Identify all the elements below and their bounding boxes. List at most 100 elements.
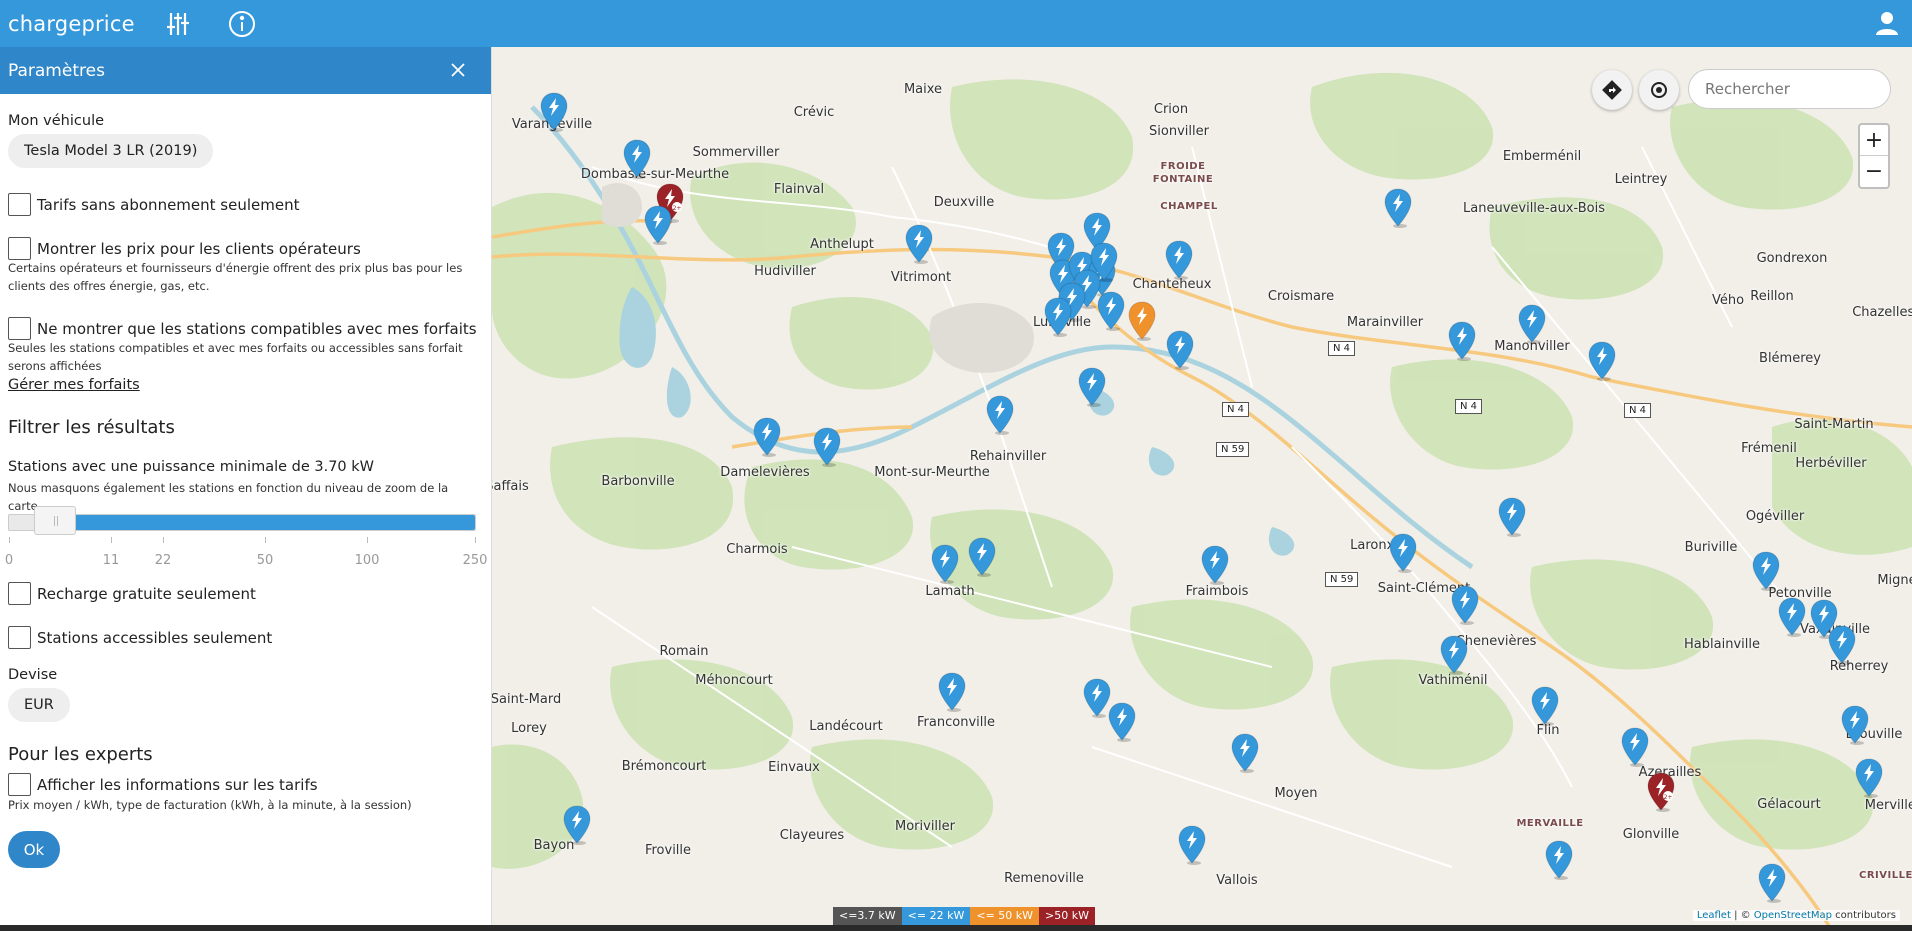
charging-station-marker[interactable] bbox=[1751, 551, 1781, 591]
lightning-pin-icon bbox=[1841, 705, 1869, 745]
place-label: Chazelles-sur-A bbox=[1852, 305, 1912, 320]
svg-text:2+: 2+ bbox=[1664, 794, 1673, 801]
road-shield-n4: N 4 bbox=[1328, 341, 1356, 356]
charging-station-marker[interactable] bbox=[1544, 840, 1574, 880]
currency-label: Devise bbox=[8, 667, 58, 683]
charging-station-marker[interactable] bbox=[1165, 330, 1195, 370]
min-power-slider[interactable] bbox=[8, 514, 476, 531]
manage-plans-link[interactable]: Gérer mes forfaits bbox=[8, 377, 140, 393]
lightning-pin-icon bbox=[1621, 727, 1649, 767]
leaflet-link[interactable]: Leaflet bbox=[1697, 910, 1731, 921]
lightning-pin-icon bbox=[644, 205, 672, 245]
zoom-out-button[interactable]: − bbox=[1860, 156, 1888, 187]
place-label: Ogéviller bbox=[1745, 509, 1805, 524]
user-account-icon[interactable] bbox=[1874, 10, 1900, 36]
charging-station-marker[interactable] bbox=[967, 537, 997, 577]
info-icon[interactable] bbox=[227, 9, 257, 39]
charging-station-marker[interactable] bbox=[1043, 297, 1073, 337]
charging-station-marker[interactable] bbox=[622, 139, 652, 179]
charging-station-marker[interactable] bbox=[1388, 533, 1418, 573]
charging-station-marker[interactable] bbox=[562, 805, 592, 845]
lightning-pin-icon bbox=[1545, 840, 1573, 880]
lightning-pin-icon bbox=[1758, 863, 1786, 903]
option-label: Stations accessibles seulement bbox=[37, 628, 273, 647]
slider-tick bbox=[9, 537, 10, 543]
filter-sliders-icon[interactable] bbox=[163, 9, 193, 39]
charging-station-marker[interactable] bbox=[643, 205, 673, 245]
charging-station-marker[interactable] bbox=[539, 92, 569, 132]
place-label: Clayeures bbox=[779, 828, 845, 843]
osm-link[interactable]: OpenStreetMap bbox=[1754, 910, 1832, 921]
place-label: Charmois bbox=[726, 542, 788, 557]
search-input[interactable] bbox=[1688, 69, 1891, 109]
locate-button[interactable] bbox=[1639, 70, 1679, 110]
place-label: Einvaux bbox=[768, 760, 820, 775]
charging-station-marker[interactable] bbox=[1620, 727, 1650, 767]
charging-station-marker[interactable] bbox=[930, 544, 960, 584]
charging-station-marker[interactable] bbox=[1127, 301, 1157, 341]
charging-station-marker[interactable] bbox=[1450, 585, 1480, 625]
accessible-only-checkbox[interactable] bbox=[8, 626, 31, 649]
close-icon[interactable] bbox=[447, 59, 469, 81]
place-label: Flainval bbox=[773, 182, 825, 197]
option-free-only[interactable]: Recharge gratuite seulement bbox=[8, 582, 256, 605]
map-view[interactable]: N 4 N 4 N 4 N 4 N 59 N 59 VarangévilleMa… bbox=[492, 47, 1912, 931]
currency-select[interactable]: EUR bbox=[8, 688, 70, 722]
compatible-only-description: Seules les stations compatibles et avec … bbox=[8, 341, 463, 373]
charging-station-marker[interactable] bbox=[1096, 291, 1126, 331]
charging-station-marker[interactable] bbox=[1164, 240, 1194, 280]
panel-header: Paramètres bbox=[0, 47, 491, 94]
option-compatible-only[interactable]: Ne montrer que les stations compatibles … bbox=[8, 317, 477, 340]
no-subscription-checkbox[interactable] bbox=[8, 193, 31, 216]
slider-tick bbox=[475, 537, 476, 543]
lightning-pin-icon: 2+ bbox=[1647, 772, 1675, 812]
charging-station-marker[interactable] bbox=[1383, 188, 1413, 228]
charging-station-marker[interactable]: 2+ bbox=[1646, 772, 1676, 812]
free-only-checkbox[interactable] bbox=[8, 582, 31, 605]
charging-station-marker[interactable] bbox=[1497, 497, 1527, 537]
charging-station-marker[interactable] bbox=[1757, 863, 1787, 903]
charging-station-marker[interactable] bbox=[1587, 341, 1617, 381]
lightning-pin-icon bbox=[1778, 597, 1806, 637]
option-no-subscription[interactable]: Tarifs sans abonnement seulement bbox=[8, 193, 299, 216]
slider-fill bbox=[75, 515, 475, 530]
vehicle-select[interactable]: Tesla Model 3 LR (2019) bbox=[8, 134, 214, 168]
charging-station-marker[interactable] bbox=[1439, 635, 1469, 675]
lightning-pin-icon bbox=[1166, 330, 1194, 370]
lightning-pin-icon bbox=[938, 672, 966, 712]
option-accessible-only[interactable]: Stations accessibles seulement bbox=[8, 626, 272, 649]
charging-station-marker[interactable] bbox=[937, 672, 967, 712]
operator-prices-checkbox[interactable] bbox=[8, 237, 31, 260]
charging-station-marker[interactable] bbox=[1777, 597, 1807, 637]
charging-station-marker[interactable] bbox=[752, 417, 782, 457]
charging-station-marker[interactable] bbox=[1517, 304, 1547, 344]
charging-station-marker[interactable] bbox=[1854, 758, 1884, 798]
charging-station-marker[interactable] bbox=[812, 427, 842, 467]
directions-button[interactable] bbox=[1592, 70, 1632, 110]
charging-station-marker[interactable] bbox=[1230, 733, 1260, 773]
slider-handle[interactable] bbox=[34, 506, 76, 535]
zoom-in-button[interactable]: + bbox=[1860, 125, 1888, 156]
compatible-only-checkbox[interactable] bbox=[8, 317, 31, 340]
charging-station-marker[interactable] bbox=[1827, 625, 1857, 665]
charging-station-marker[interactable] bbox=[1530, 686, 1560, 726]
charging-station-marker[interactable] bbox=[1447, 321, 1477, 361]
charging-station-marker[interactable] bbox=[1840, 705, 1870, 745]
place-label: Dombasle-sur-Meurthe bbox=[580, 167, 730, 182]
place-label: Buriville bbox=[1684, 540, 1738, 555]
option-operator-prices[interactable]: Montrer les prix pour les clients opérat… bbox=[8, 237, 361, 260]
charging-station-marker[interactable] bbox=[1077, 367, 1107, 407]
charging-station-marker[interactable] bbox=[985, 395, 1015, 435]
brand-logo[interactable]: chargeprice bbox=[8, 12, 135, 36]
charging-station-marker[interactable] bbox=[1177, 825, 1207, 865]
ok-button[interactable]: Ok bbox=[8, 831, 60, 868]
charging-station-marker[interactable] bbox=[1107, 702, 1137, 742]
option-tariff-info[interactable]: Afficher les informations sur les tarifs bbox=[8, 773, 318, 796]
place-label: Marainviller bbox=[1346, 315, 1424, 330]
charging-station-marker[interactable] bbox=[904, 224, 934, 264]
place-label: Laneuveville-aux-Bois bbox=[1463, 201, 1605, 216]
road-shield-n4: N 4 bbox=[1455, 399, 1483, 414]
tariff-info-checkbox[interactable] bbox=[8, 773, 31, 796]
place-label: Maixe bbox=[903, 82, 943, 97]
charging-station-marker[interactable] bbox=[1200, 545, 1230, 585]
